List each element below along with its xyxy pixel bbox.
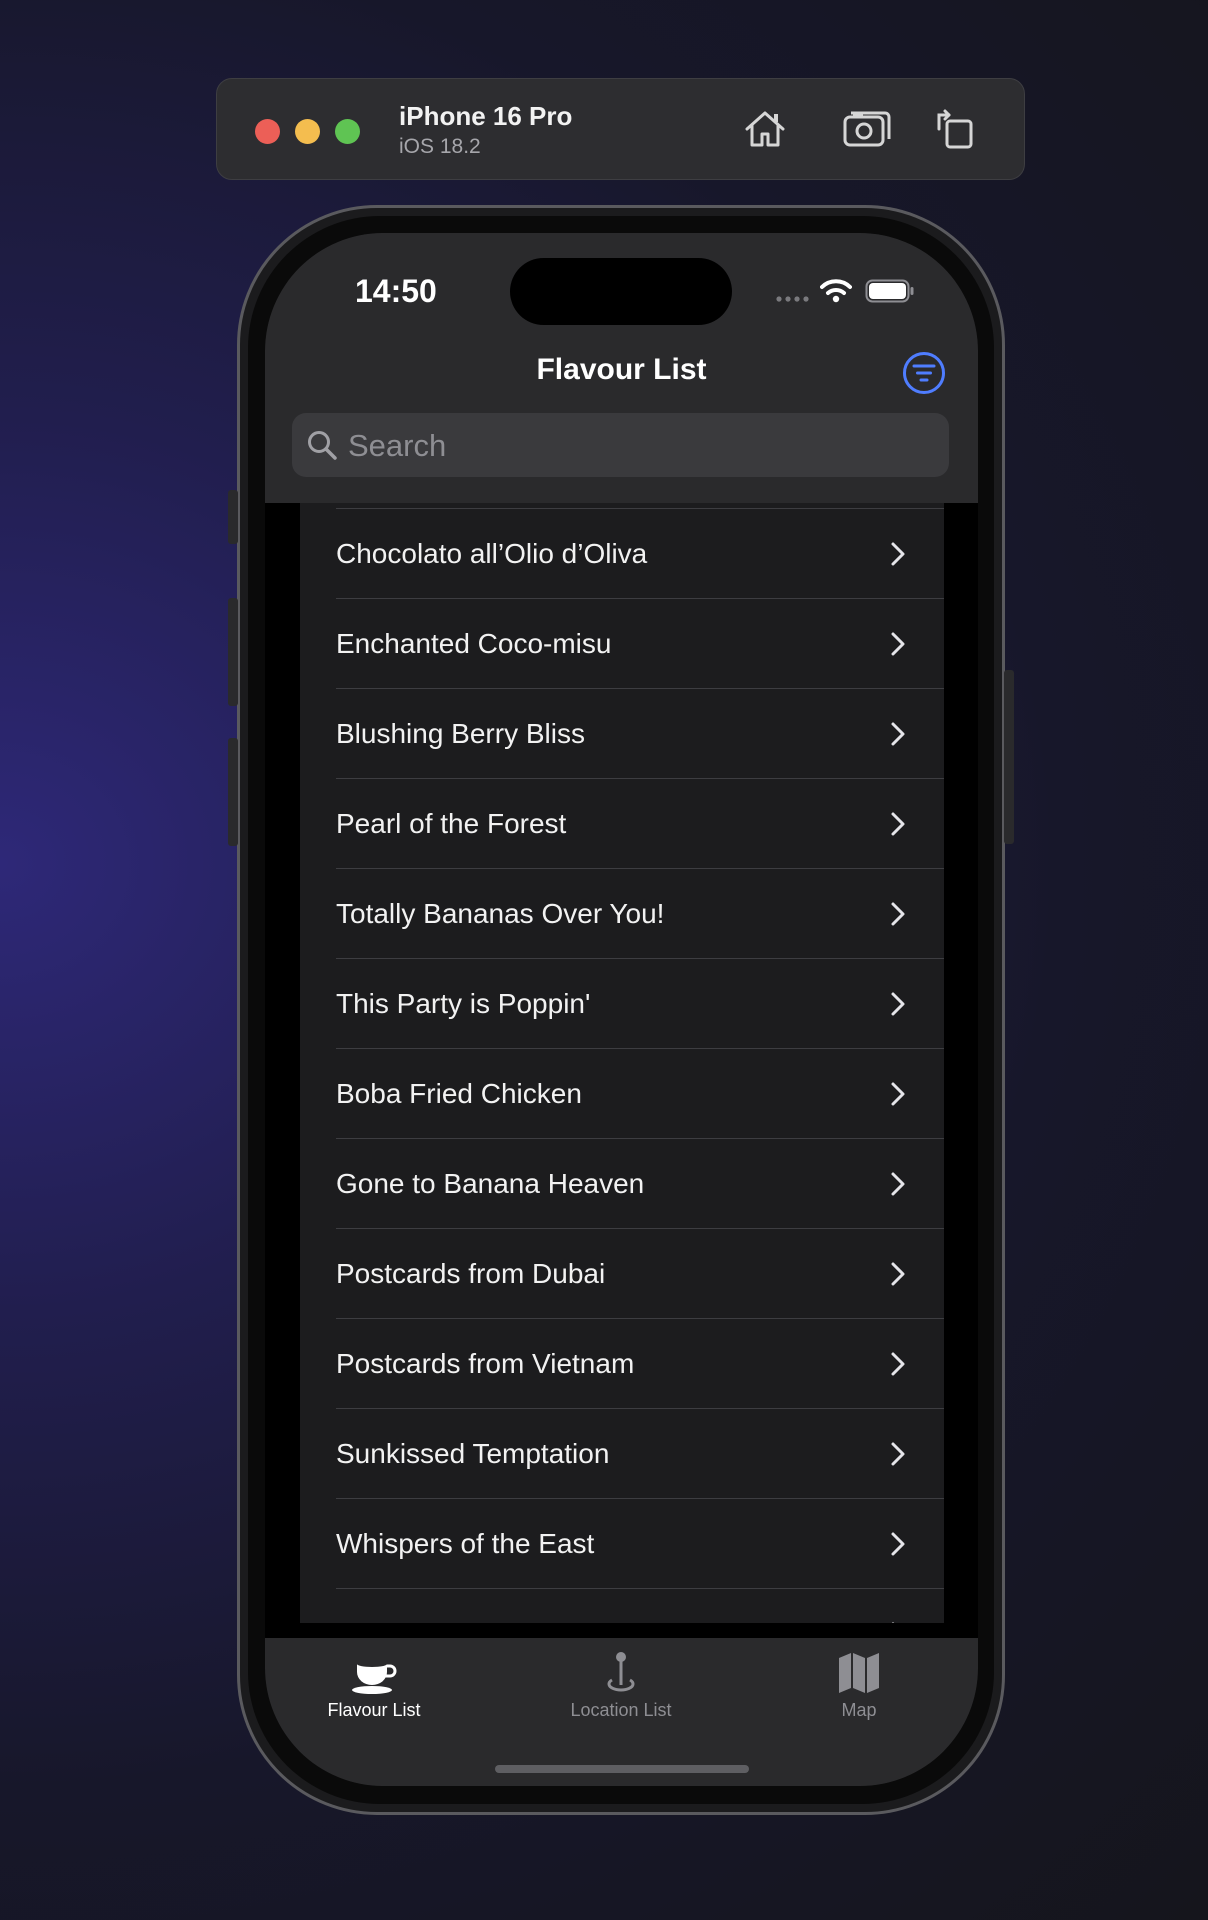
- phone-screen: Flavour List Search 14:50 Chocolato all’…: [265, 233, 978, 1786]
- list-item-label: Boba Fried Chicken: [336, 1078, 582, 1109]
- search-placeholder: Search: [348, 428, 447, 463]
- page-title: Flavour List: [536, 353, 707, 386]
- volume-down-button: [228, 738, 238, 846]
- side-button: [1004, 670, 1014, 844]
- list-item-label: Sunkissed Temptation: [336, 1438, 610, 1469]
- status-bar: 14:50: [265, 233, 978, 343]
- flavour-list[interactable]: Chocolato all’Olio d’Oliva Enchanted Coco…: [300, 503, 944, 1623]
- list-item-label: Chocolato all’Olio d’Oliva: [336, 538, 648, 569]
- action-button: [228, 490, 238, 544]
- chevron-right-icon: [891, 1172, 905, 1196]
- os-version: iOS 18.2: [399, 135, 481, 158]
- close-window-button[interactable]: [255, 119, 280, 144]
- map-icon: [839, 1653, 879, 1693]
- chevron-right-icon: [891, 902, 905, 926]
- list-item[interactable]: Postcards from Dubai: [336, 1228, 944, 1318]
- list-item-label: Totally Bananas Over You!: [336, 898, 665, 929]
- chevron-right-icon: [891, 1262, 905, 1286]
- list-item[interactable]: Boba Fried Chicken: [336, 1048, 944, 1138]
- cellular-signal-icon: [776, 296, 809, 302]
- home-icon[interactable]: [739, 103, 791, 155]
- search-input[interactable]: Search: [292, 413, 949, 477]
- list-item[interactable]: Bunana Almond Dream: [336, 1588, 944, 1623]
- list-item[interactable]: Gone to Banana Heaven: [336, 1138, 944, 1228]
- zoom-window-button[interactable]: [335, 119, 360, 144]
- list-item[interactable]: Totally Bananas Over You!: [336, 868, 944, 958]
- rotate-icon[interactable]: [929, 103, 981, 155]
- tab-map[interactable]: Map: [759, 1650, 959, 1721]
- filter-icon[interactable]: [902, 351, 946, 395]
- tab-flavour-list[interactable]: Flavour List: [274, 1650, 474, 1721]
- tab-label: Map: [841, 1700, 877, 1720]
- dynamic-island: [510, 258, 732, 325]
- battery-icon: [865, 279, 914, 303]
- search-icon: [308, 431, 337, 460]
- list-item[interactable]: Chocolato all’Olio d’Oliva: [336, 508, 944, 598]
- chevron-right-icon: [891, 1532, 905, 1556]
- list-item[interactable]: This Party is Poppin': [336, 958, 944, 1048]
- list-item[interactable]: Postcards from Vietnam: [336, 1318, 944, 1408]
- list-item-label: Postcards from Dubai: [336, 1258, 606, 1289]
- minimize-window-button[interactable]: [295, 119, 320, 144]
- chevron-right-icon: [891, 632, 905, 656]
- list-item-label: Bunana Almond Dream: [336, 1618, 626, 1623]
- list-item-label: Pearl of the Forest: [336, 808, 567, 839]
- list-item[interactable]: Sunkissed Temptation: [336, 1408, 944, 1498]
- volume-up-button: [228, 598, 238, 706]
- chevron-right-icon: [891, 1442, 905, 1466]
- list-item[interactable]: Enchanted Coco-misu: [336, 598, 944, 688]
- list-item-label: This Party is Poppin': [336, 988, 591, 1019]
- list-item-label: Enchanted Coco-misu: [336, 628, 612, 659]
- list-item[interactable]: Pearl of the Forest: [336, 778, 944, 868]
- screenshot-icon[interactable]: [839, 103, 891, 155]
- simulator-toolbar: iPhone 16 Pro iOS 18.2: [216, 78, 1025, 180]
- tab-label: Location List: [570, 1700, 672, 1720]
- list-item-label: Postcards from Vietnam: [336, 1348, 635, 1379]
- tab-label: Flavour List: [327, 1700, 421, 1720]
- status-time: 14:50: [355, 273, 437, 309]
- home-indicator: [495, 1765, 749, 1773]
- list-item[interactable]: Blushing Berry Bliss: [336, 688, 944, 778]
- tab-location-list[interactable]: Location List: [521, 1650, 721, 1721]
- chevron-right-icon: [891, 542, 905, 566]
- list-item-label: Blushing Berry Bliss: [336, 718, 585, 749]
- device-name: iPhone 16 Pro: [399, 101, 573, 131]
- wifi-icon: [820, 279, 852, 303]
- cup-icon: [352, 1661, 397, 1694]
- location-pin-icon: [607, 1652, 635, 1692]
- list-item-label: Gone to Banana Heaven: [336, 1168, 645, 1199]
- tab-bar: Flavour List Location List Map: [265, 1638, 978, 1786]
- chevron-right-icon: [891, 1622, 895, 1623]
- chevron-right-icon: [891, 1352, 905, 1376]
- list-item[interactable]: Whispers of the East: [336, 1498, 944, 1588]
- chevron-right-icon: [891, 1082, 905, 1106]
- chevron-right-icon: [891, 812, 905, 836]
- list-item-label: Whispers of the East: [336, 1528, 595, 1559]
- chevron-right-icon: [891, 722, 905, 746]
- chevron-right-icon: [891, 992, 905, 1016]
